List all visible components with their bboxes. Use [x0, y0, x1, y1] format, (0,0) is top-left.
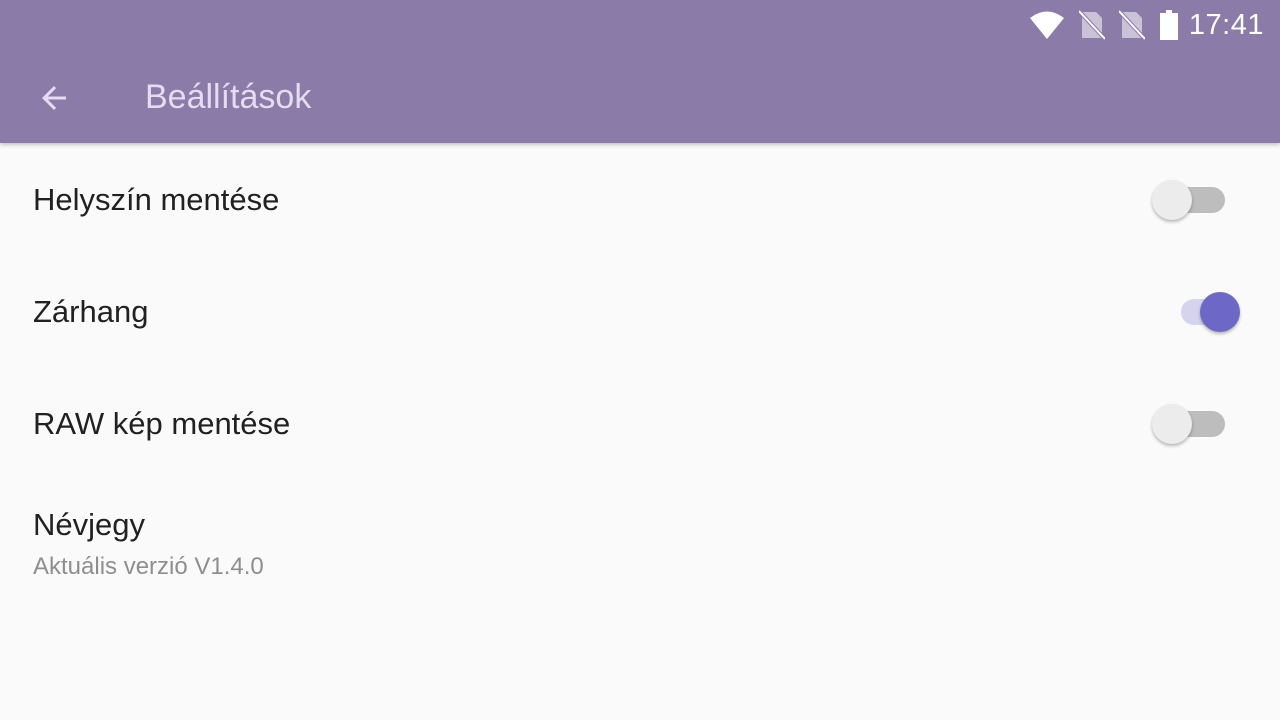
- location-toggle[interactable]: [1152, 180, 1240, 220]
- back-button[interactable]: [26, 70, 82, 126]
- status-clock: 17:41: [1188, 8, 1264, 41]
- about-item[interactable]: Névjegy Aktuális verzió V1.4.0: [0, 480, 1280, 606]
- toggle-thumb: [1200, 292, 1240, 332]
- setting-label: Zárhang: [33, 294, 149, 329]
- setting-raw[interactable]: RAW kép mentése: [0, 368, 1280, 480]
- no-sim-icon: [1078, 10, 1105, 40]
- settings-list: Helyszín mentése Zárhang RAW kép mentése…: [0, 144, 1280, 606]
- setting-label: Helyszín mentése: [33, 182, 280, 217]
- version-text: Aktuális verzió V1.4.0: [33, 553, 264, 580]
- about-title: Névjegy: [33, 507, 145, 542]
- setting-label: RAW kép mentése: [33, 406, 291, 441]
- page-title: Beállítások: [145, 78, 312, 116]
- app-bar: 17:41 Beállítások: [0, 0, 1280, 143]
- arrow-back-icon: [42, 86, 66, 110]
- raw-toggle[interactable]: [1152, 404, 1240, 444]
- wifi-icon: [1029, 11, 1064, 39]
- shutter-sound-toggle[interactable]: [1170, 292, 1240, 332]
- status-bar: 17:41: [1029, 6, 1264, 44]
- setting-location[interactable]: Helyszín mentése: [0, 144, 1280, 256]
- no-sim-icon: [1118, 10, 1145, 40]
- toggle-thumb: [1152, 180, 1192, 220]
- battery-icon: [1159, 10, 1178, 40]
- setting-shutter-sound[interactable]: Zárhang: [0, 256, 1280, 368]
- toggle-thumb: [1152, 404, 1192, 444]
